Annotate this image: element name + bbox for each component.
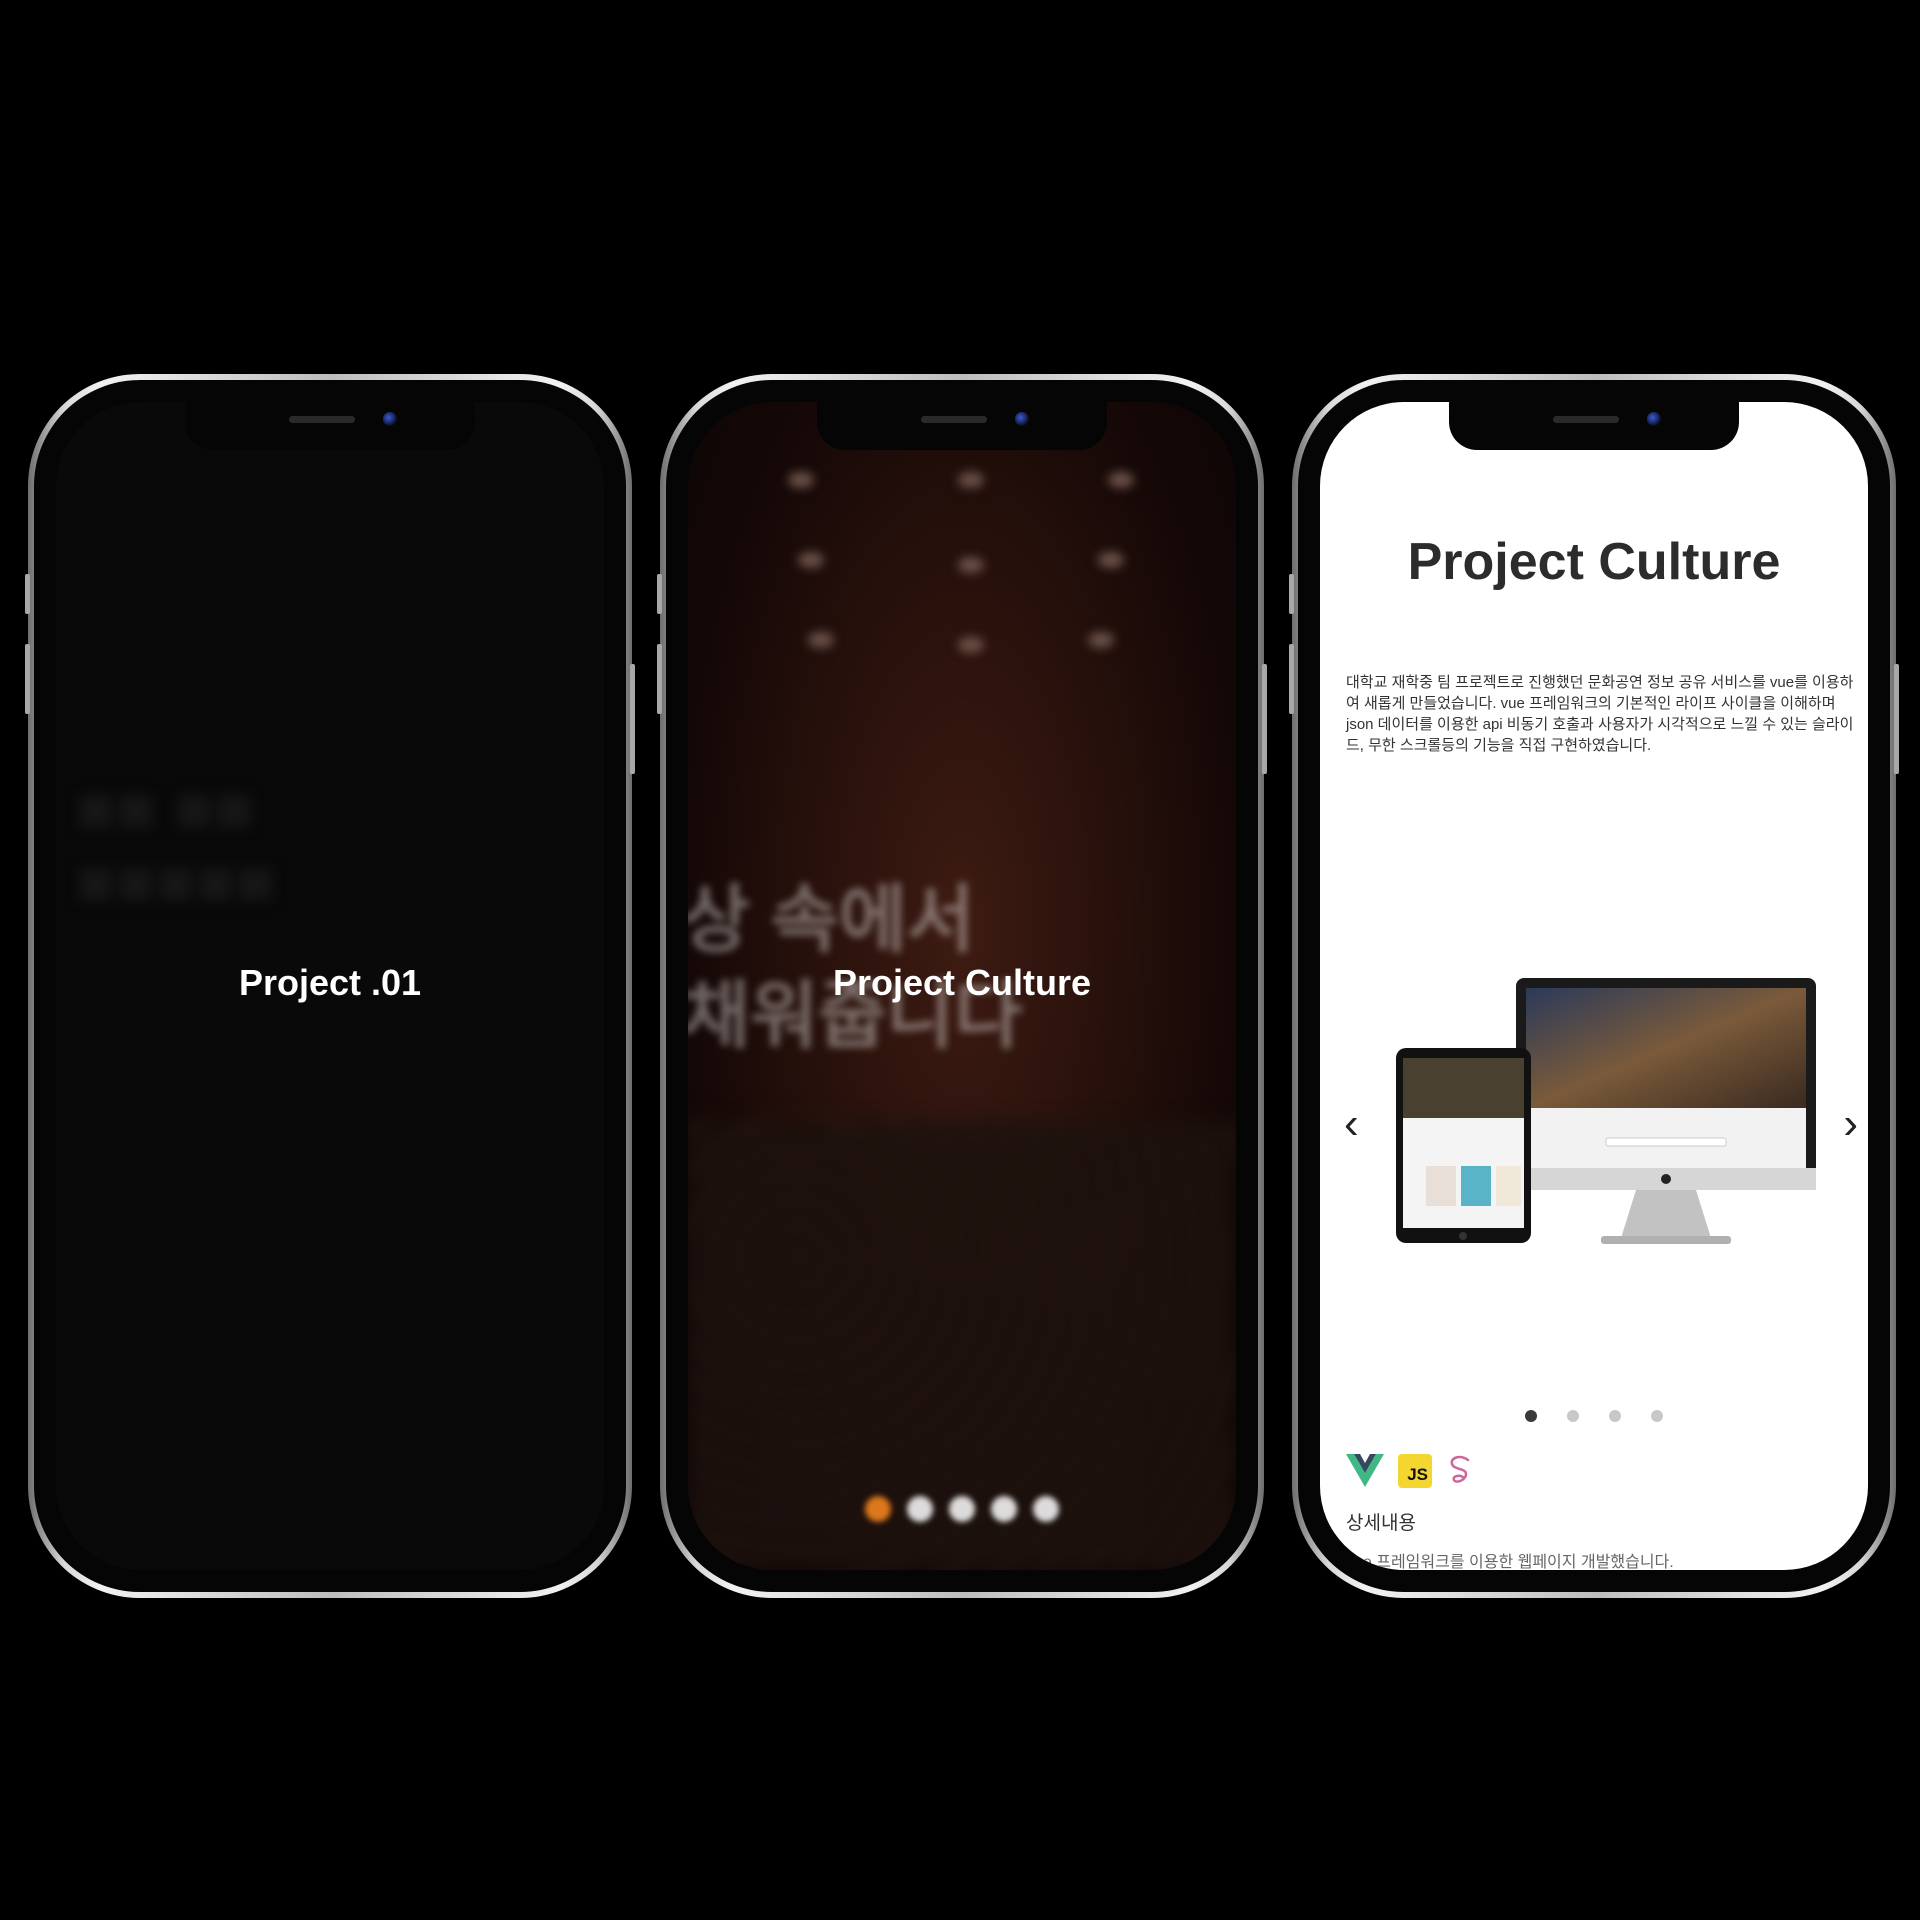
- carousel-dot[interactable]: [1651, 1410, 1663, 1422]
- javascript-icon: JS: [1398, 1454, 1432, 1488]
- power-button: [1894, 664, 1899, 774]
- stage-light: [798, 552, 824, 568]
- volume-up-button: [657, 644, 662, 714]
- device-mockup-image: [1396, 978, 1816, 1244]
- stage-light: [808, 632, 834, 648]
- phone-mockup-2: 상 속에서 채워줍니다 Project Culture: [657, 374, 1267, 1598]
- power-button: [630, 664, 635, 774]
- project-title[interactable]: Project Culture: [688, 962, 1236, 1004]
- phone-mockup-3: Project Culture 대학교 재학중 팀 프로젝트로 진행했던 문화공…: [1289, 374, 1899, 1598]
- notch: [817, 402, 1107, 450]
- stage-light: [1098, 552, 1124, 568]
- mute-switch: [657, 574, 662, 614]
- slider-dot-active[interactable]: [865, 1496, 891, 1522]
- stage-light: [1108, 472, 1134, 488]
- carousel-next-arrow[interactable]: ›: [1843, 1102, 1858, 1146]
- stage-light: [958, 472, 984, 488]
- stage-light: [1088, 632, 1114, 648]
- volume-up-button: [1289, 644, 1294, 714]
- background-faint-text: ■■ ■■ ■■■■■: [76, 771, 276, 918]
- phone-screen-3: Project Culture 대학교 재학중 팀 프로젝트로 진행했던 문화공…: [1320, 402, 1868, 1570]
- carousel-dot[interactable]: [1567, 1410, 1579, 1422]
- phone-screen-1: ■■ ■■ ■■■■■ Project .01: [56, 402, 604, 1570]
- page-title: Project Culture: [1407, 533, 1781, 591]
- stage-light: [788, 472, 814, 488]
- front-camera-icon: [1647, 412, 1661, 426]
- slider-dot[interactable]: [991, 1496, 1017, 1522]
- mute-switch: [1289, 574, 1294, 614]
- notch: [1449, 402, 1739, 450]
- front-camera-icon: [1015, 412, 1029, 426]
- stage-light: [958, 557, 984, 573]
- tech-stack-icons: JS: [1346, 1454, 1476, 1488]
- power-button: [1262, 664, 1267, 774]
- slider-dot[interactable]: [1033, 1496, 1059, 1522]
- phone-bezel: 상 속에서 채워줍니다 Project Culture: [666, 380, 1258, 1592]
- speaker-grille: [1553, 416, 1619, 423]
- slider-dot[interactable]: [949, 1496, 975, 1522]
- speaker-grille: [289, 416, 355, 423]
- mute-switch: [25, 574, 30, 614]
- front-camera-icon: [383, 412, 397, 426]
- sass-icon: [1450, 1455, 1470, 1483]
- stage-light: [958, 637, 984, 653]
- speaker-grille: [921, 416, 987, 423]
- details-heading: 상세내용: [1346, 1513, 1416, 1534]
- details-text: vue 프레임워크를 이용한 웹페이지 개발했습니다.: [1346, 1554, 1674, 1570]
- carousel-dot-active[interactable]: [1525, 1410, 1537, 1422]
- phone-screen-2: 상 속에서 채워줍니다 Project Culture: [688, 402, 1236, 1570]
- carousel-prev-arrow[interactable]: ‹: [1344, 1102, 1359, 1146]
- phone-bezel: ■■ ■■ ■■■■■ Project .01: [34, 380, 626, 1592]
- slider-dot[interactable]: [907, 1496, 933, 1522]
- notch: [185, 402, 475, 450]
- slider-pagination: [688, 1496, 1236, 1522]
- carousel-pagination: [1320, 1410, 1868, 1422]
- project-description: 대학교 재학중 팀 프로젝트로 진행했던 문화공연 정보 공유 서비스를 vue…: [1346, 674, 1854, 754]
- volume-up-button: [25, 644, 30, 714]
- project-title[interactable]: Project .01: [56, 962, 604, 1004]
- phone-mockup-1: ■■ ■■ ■■■■■ Project .01: [25, 374, 635, 1598]
- vue-icon: [1346, 1454, 1384, 1487]
- phone-bezel: Project Culture 대학교 재학중 팀 프로젝트로 진행했던 문화공…: [1298, 380, 1890, 1592]
- carousel-dot[interactable]: [1609, 1410, 1621, 1422]
